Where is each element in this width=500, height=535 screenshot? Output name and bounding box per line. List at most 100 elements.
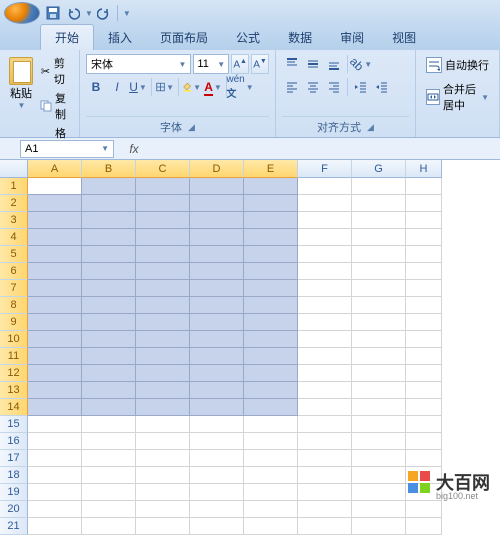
cell[interactable] <box>82 433 136 450</box>
cell[interactable] <box>298 263 352 280</box>
row-header[interactable]: 2 <box>0 195 28 212</box>
cell[interactable] <box>136 399 190 416</box>
cell[interactable] <box>244 314 298 331</box>
cell[interactable] <box>298 399 352 416</box>
cell[interactable] <box>244 212 298 229</box>
cell[interactable] <box>298 416 352 433</box>
cell[interactable] <box>244 365 298 382</box>
cell[interactable] <box>82 263 136 280</box>
paste-dropdown-icon[interactable]: ▼ <box>17 101 26 110</box>
row-header[interactable]: 18 <box>0 467 28 484</box>
cell[interactable] <box>406 246 442 263</box>
cell[interactable] <box>136 331 190 348</box>
cell[interactable] <box>406 195 442 212</box>
cell[interactable] <box>190 178 244 195</box>
cell[interactable] <box>136 467 190 484</box>
cell[interactable] <box>298 280 352 297</box>
cell[interactable] <box>406 365 442 382</box>
cell[interactable] <box>190 297 244 314</box>
cell[interactable] <box>406 450 442 467</box>
cell[interactable] <box>244 467 298 484</box>
cell[interactable] <box>298 433 352 450</box>
cell[interactable] <box>406 178 442 195</box>
cell[interactable] <box>82 365 136 382</box>
tab-insert[interactable]: 插入 <box>94 25 146 50</box>
column-header[interactable]: G <box>352 160 406 178</box>
cell[interactable] <box>82 399 136 416</box>
cell[interactable] <box>298 297 352 314</box>
cell[interactable] <box>406 212 442 229</box>
cell[interactable] <box>136 365 190 382</box>
cell[interactable] <box>244 416 298 433</box>
cell[interactable] <box>406 280 442 297</box>
cell[interactable] <box>244 382 298 399</box>
cell[interactable] <box>406 416 442 433</box>
align-middle-button[interactable] <box>303 54 323 74</box>
align-bottom-button[interactable] <box>324 54 344 74</box>
tab-page-layout[interactable]: 页面布局 <box>146 25 222 50</box>
cell[interactable] <box>28 416 82 433</box>
cell[interactable] <box>406 433 442 450</box>
cell[interactable] <box>136 416 190 433</box>
cell[interactable] <box>28 433 82 450</box>
cell[interactable] <box>28 450 82 467</box>
cell[interactable] <box>136 297 190 314</box>
office-button[interactable] <box>4 2 40 24</box>
cell[interactable] <box>244 433 298 450</box>
row-header[interactable]: 12 <box>0 365 28 382</box>
cell[interactable] <box>82 314 136 331</box>
save-icon[interactable] <box>44 4 62 22</box>
cell[interactable] <box>82 501 136 518</box>
cell[interactable] <box>352 195 406 212</box>
cell[interactable] <box>82 195 136 212</box>
column-header[interactable]: C <box>136 160 190 178</box>
cell[interactable] <box>190 501 244 518</box>
cell[interactable] <box>352 246 406 263</box>
align-center-button[interactable] <box>303 77 323 97</box>
cell[interactable] <box>136 450 190 467</box>
font-name-combo[interactable]: 宋体 ▼ <box>86 54 191 74</box>
row-header[interactable]: 15 <box>0 416 28 433</box>
tab-data[interactable]: 数据 <box>274 25 326 50</box>
cell[interactable] <box>28 399 82 416</box>
cell[interactable] <box>244 450 298 467</box>
row-header[interactable]: 6 <box>0 263 28 280</box>
cell[interactable] <box>190 399 244 416</box>
increase-indent-button[interactable] <box>372 77 392 97</box>
cell[interactable] <box>82 280 136 297</box>
cell[interactable] <box>28 280 82 297</box>
column-header[interactable]: F <box>298 160 352 178</box>
align-right-button[interactable] <box>324 77 344 97</box>
underline-button[interactable]: U▼ <box>128 77 148 97</box>
cell[interactable] <box>28 246 82 263</box>
cell[interactable] <box>190 365 244 382</box>
cell[interactable] <box>28 178 82 195</box>
italic-button[interactable]: I <box>107 77 127 97</box>
cell[interactable] <box>352 331 406 348</box>
cell[interactable] <box>352 178 406 195</box>
undo-icon[interactable] <box>64 4 82 22</box>
cell[interactable] <box>28 263 82 280</box>
cell[interactable] <box>82 450 136 467</box>
grow-font-button[interactable]: A▲ <box>231 54 249 74</box>
cell[interactable] <box>136 314 190 331</box>
cell[interactable] <box>352 416 406 433</box>
cell[interactable] <box>244 501 298 518</box>
undo-dropdown-icon[interactable]: ▼ <box>84 9 93 18</box>
cell[interactable] <box>406 297 442 314</box>
cell[interactable] <box>298 314 352 331</box>
cell[interactable] <box>136 195 190 212</box>
cell[interactable] <box>82 382 136 399</box>
tab-home[interactable]: 开始 <box>40 24 94 50</box>
cell[interactable] <box>190 382 244 399</box>
cell[interactable] <box>244 484 298 501</box>
redo-icon[interactable] <box>95 4 113 22</box>
row-header[interactable]: 9 <box>0 314 28 331</box>
cell[interactable] <box>136 348 190 365</box>
cell[interactable] <box>352 365 406 382</box>
cell[interactable] <box>136 280 190 297</box>
orientation-button[interactable]: ab▼ <box>351 54 371 74</box>
cell[interactable] <box>298 450 352 467</box>
font-launcher-icon[interactable]: ◢ <box>188 122 195 133</box>
cell[interactable] <box>406 348 442 365</box>
